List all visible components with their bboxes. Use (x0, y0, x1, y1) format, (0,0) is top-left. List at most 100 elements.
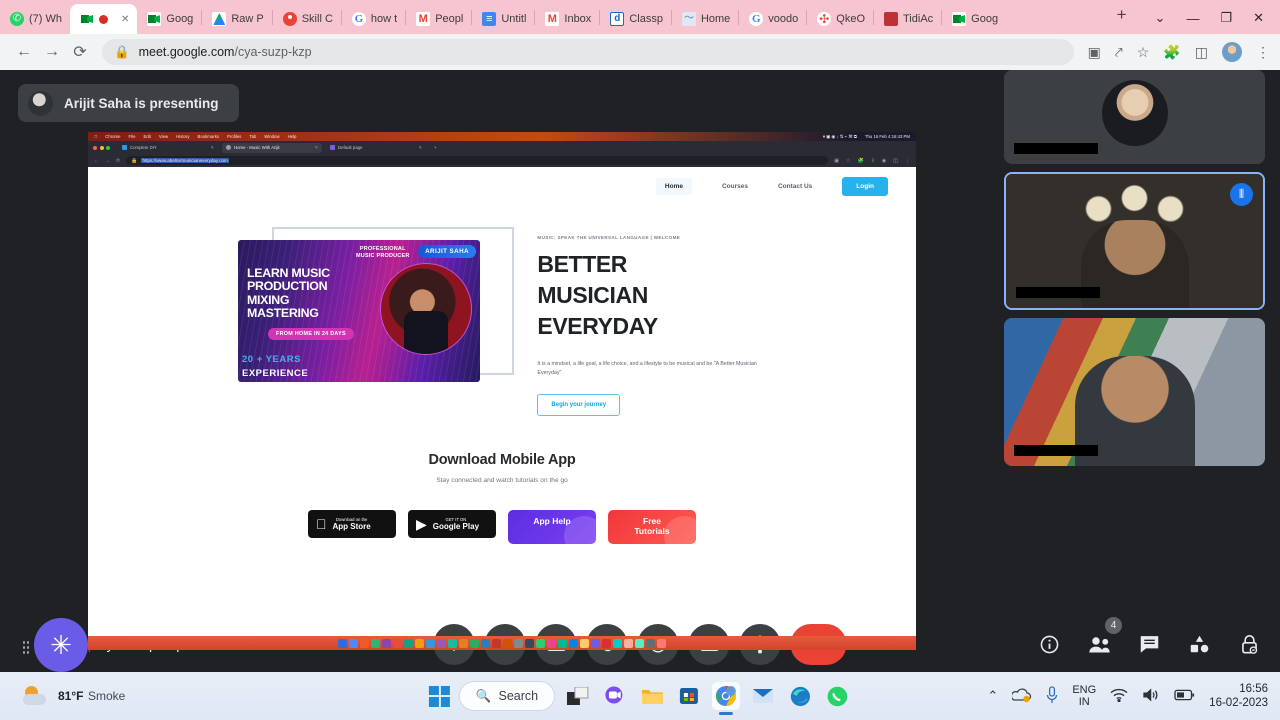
mac-tab-1-close[interactable]: ✕ (210, 145, 214, 151)
drag-handle[interactable] (22, 640, 30, 654)
participant-tile-3[interactable] (1004, 318, 1265, 466)
host-controls-button[interactable] (1236, 631, 1262, 657)
nav-link-contact-us[interactable]: Contact Us (778, 183, 812, 190)
dock-app-icon[interactable] (448, 638, 457, 648)
mac-tab-3[interactable]: Default page ✕ (326, 143, 426, 153)
mac-address-bar[interactable]: 🔒 https://www.abettermusicianeveryday.co… (126, 156, 829, 165)
dock-app-icon[interactable] (459, 638, 468, 648)
promo-app-help[interactable]: App Help (508, 510, 596, 544)
mail-icon[interactable] (749, 682, 777, 710)
file-explorer-icon[interactable] (638, 682, 666, 710)
dock-app-icon[interactable] (503, 638, 512, 648)
browser-tab-14[interactable]: TidiAc (874, 4, 941, 34)
menu-item-edit[interactable]: Edit (143, 134, 150, 139)
dock-app-icon[interactable] (338, 638, 347, 648)
browser-tab-5[interactable]: Skill C (273, 4, 341, 34)
browser-tab-8[interactable]: Untitl (472, 4, 534, 34)
mac-extensions-icon[interactable]: 🧩 (857, 158, 863, 164)
promo-free-tutorials[interactable]: Free Tutorials (608, 510, 696, 544)
dock-app-icon[interactable] (525, 638, 534, 648)
ai-assistant-widget[interactable]: ✳ (34, 618, 88, 672)
mac-tab-2-close[interactable]: ✕ (314, 145, 318, 151)
browser-tab-1[interactable]: (7) Wh (0, 4, 70, 34)
dock-app-icon[interactable] (360, 638, 369, 648)
mac-profile-icon[interactable]: ◉ (882, 158, 886, 164)
dock-app-icon[interactable] (602, 638, 611, 648)
maximize-button[interactable]: ❐ (1220, 10, 1232, 26)
menu-item-tab[interactable]: Tab (249, 134, 256, 139)
browser-tab-2[interactable]: ✕ (70, 4, 138, 34)
dock-app-icon[interactable] (580, 638, 589, 648)
tray-microphone-icon[interactable] (1046, 685, 1058, 707)
dock-app-icon[interactable] (514, 638, 523, 648)
whatsapp-icon[interactable] (823, 682, 851, 710)
dock-app-icon[interactable] (481, 638, 490, 648)
dock-app-icon[interactable] (591, 638, 600, 648)
mac-tab-3-close[interactable]: ✕ (418, 145, 422, 151)
browser-tab-11[interactable]: Home (672, 4, 738, 34)
activities-button[interactable] (1186, 631, 1212, 657)
address-bar[interactable]: 🔒 meet.google.com/cya-suzp-kzp (102, 39, 1074, 65)
dock-app-icon[interactable] (349, 638, 358, 648)
forward-button[interactable]: → (38, 38, 66, 66)
dock-app-icon[interactable] (404, 638, 413, 648)
participant-tile-2[interactable]: ⦀ (1004, 172, 1265, 310)
dock-app-icon[interactable] (657, 638, 666, 648)
browser-tab-12[interactable]: Gvoodo (739, 4, 806, 34)
back-button[interactable]: ← (10, 38, 38, 66)
app-store-button[interactable]:  Download on the App Store (308, 510, 396, 538)
volume-icon[interactable] (1142, 688, 1160, 705)
dock-app-icon[interactable] (371, 638, 380, 648)
side-panel-icon[interactable]: ◫ (1195, 44, 1208, 61)
browser-tab-15[interactable]: Goog (942, 4, 1006, 34)
minimize-button[interactable]: — (1186, 11, 1199, 26)
play-store-button[interactable]: ▶ GET IT ON Google Play (408, 510, 496, 538)
dock-app-icon[interactable] (415, 638, 424, 648)
menu-item-chrome[interactable]: Chrome (105, 134, 120, 139)
dock-app-icon[interactable] (536, 638, 545, 648)
browser-tab-3[interactable]: Goog (137, 4, 201, 34)
language-indicator[interactable]: ENG IN (1072, 684, 1096, 708)
browser-tab-9[interactable]: Inbox (535, 4, 599, 34)
browser-tab-13[interactable]: QkeO (807, 4, 873, 34)
mac-more-icon[interactable]: ⋮ (905, 158, 910, 164)
browser-tab-6[interactable]: Ghow t (342, 4, 405, 34)
menu-item-view[interactable]: View (159, 134, 168, 139)
meet-app-icon[interactable] (601, 682, 629, 710)
task-view-icon[interactable] (564, 682, 592, 710)
reload-button[interactable]: ⟳ (66, 38, 94, 66)
menu-item-window[interactable]: Window (264, 134, 279, 139)
screencast-icon[interactable]: ▣ (1088, 44, 1101, 61)
dock-app-icon[interactable] (492, 638, 501, 648)
meeting-details-button[interactable] (1036, 631, 1062, 657)
dock-app-icon[interactable] (547, 638, 556, 648)
mac-tab-1[interactable]: Complete DIY ✕ (118, 143, 218, 153)
extensions-icon[interactable]: 🧩 (1163, 44, 1180, 61)
dock-app-icon[interactable] (624, 638, 633, 648)
dock-app-icon[interactable] (613, 638, 622, 648)
shared-screen-view[interactable]:  Chrome File Edit View History Bookmark… (88, 132, 916, 650)
dock-app-icon[interactable] (470, 638, 479, 648)
dock-app-icon[interactable] (646, 638, 655, 648)
people-button[interactable]: 4 (1086, 617, 1122, 657)
mac-sidepanel-icon[interactable]: ◫ (893, 158, 898, 164)
profile-avatar[interactable] (1222, 42, 1242, 62)
mac-reload-button[interactable]: ⟳ (116, 158, 120, 164)
mac-download-icon[interactable]: ⇩ (871, 158, 875, 164)
dock-app-icon[interactable] (393, 638, 402, 648)
dock-app-icon[interactable] (635, 638, 644, 648)
onedrive-icon[interactable] (1011, 687, 1032, 706)
menu-item-profiles[interactable]: Profiles (227, 134, 241, 139)
edge-icon[interactable] (786, 682, 814, 710)
clock[interactable]: 16:56 16-02-2023 (1209, 682, 1268, 710)
begin-journey-button[interactable]: Begin your journey (537, 394, 621, 416)
mac-tab-2[interactable]: Home - Music With Arijit ✕ (222, 142, 322, 153)
weather-widget[interactable]: 81°F Smoke (22, 685, 125, 707)
menu-item-history[interactable]: History (176, 134, 189, 139)
browser-tab-10[interactable]: Classp (600, 4, 671, 34)
mac-screencast-icon[interactable]: ▣ (834, 158, 839, 164)
dock-app-icon[interactable] (426, 638, 435, 648)
menu-item-file[interactable]: File (129, 134, 136, 139)
participant-tile-1[interactable] (1004, 70, 1265, 164)
chrome-icon[interactable] (712, 682, 741, 715)
